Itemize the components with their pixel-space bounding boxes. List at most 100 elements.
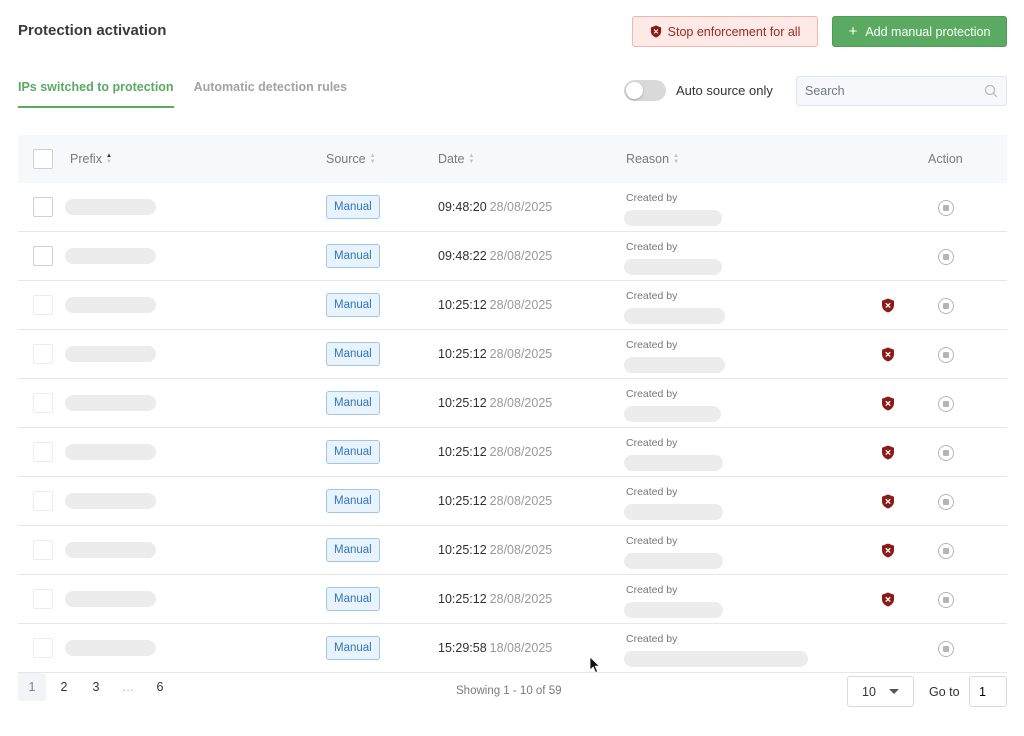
cursor-icon [589, 656, 601, 674]
prefix-placeholder [65, 248, 156, 264]
tab-automatic-detection[interactable]: Automatic detection rules [194, 80, 348, 108]
date-cell: 15:29:58 18/08/2025 [438, 641, 552, 655]
date-cell: 10:25:12 28/08/2025 [438, 298, 552, 312]
page-2[interactable]: 2 [50, 673, 78, 701]
date-time: 10:25:12 [438, 347, 487, 361]
search-icon[interactable] [984, 84, 998, 98]
source-badge: Manual [326, 636, 380, 660]
row-checkbox[interactable] [33, 295, 53, 315]
stop-icon[interactable] [938, 494, 954, 510]
row-checkbox[interactable] [33, 442, 53, 462]
date-day: 28/08/2025 [489, 347, 553, 361]
reason-placeholder [624, 357, 725, 373]
date-cell: 10:25:12 28/08/2025 [438, 592, 552, 606]
date-cell: 09:48:22 28/08/2025 [438, 249, 552, 263]
shield-icon [882, 445, 894, 460]
column-reason[interactable]: Reason ▲ ▼ [626, 152, 679, 166]
page-1[interactable]: 1 [18, 673, 46, 701]
date-cell: 09:48:20 28/08/2025 [438, 200, 552, 214]
date-time: 10:25:12 [438, 396, 487, 410]
auto-source-toggle[interactable] [624, 80, 666, 101]
reason-text: Created by [626, 584, 678, 596]
shield-icon [882, 494, 894, 509]
add-manual-protection-button[interactable]: + Add manual protection [832, 16, 1007, 47]
protection-table: Prefix ▲ ▼ Source ▲ ▼ Date ▲ ▼ Reason ▲ ▼ Ac… [18, 135, 1007, 673]
stop-icon[interactable] [938, 445, 954, 461]
stop-icon[interactable] [938, 543, 954, 559]
shield-icon [882, 592, 894, 607]
reason-text: Created by [626, 290, 678, 302]
source-badge: Manual [326, 342, 380, 366]
goto-input[interactable] [969, 676, 1007, 707]
page-ellipsis[interactable]: … [114, 673, 142, 701]
row-checkbox[interactable] [33, 638, 53, 658]
stop-icon[interactable] [938, 592, 954, 608]
source-badge: Manual [326, 489, 380, 513]
date-cell: 10:25:12 28/08/2025 [438, 396, 552, 410]
source-badge: Manual [326, 195, 380, 219]
shield-icon [882, 298, 894, 313]
page-3[interactable]: 3 [82, 673, 110, 701]
stop-enforcement-button[interactable]: Stop enforcement for all [632, 16, 818, 47]
row-checkbox[interactable] [33, 589, 53, 609]
stop-icon[interactable] [938, 396, 954, 412]
showing-count: Showing 1 - 10 of 59 [456, 685, 562, 697]
stop-icon[interactable] [938, 347, 954, 363]
table-row: Manual 15:29:58 18/08/2025 Created by [18, 624, 1007, 673]
column-source[interactable]: Source ▲ ▼ [326, 152, 376, 166]
select-all-checkbox[interactable] [33, 149, 53, 169]
reason-text: Created by [626, 486, 678, 498]
date-cell: 10:25:12 28/08/2025 [438, 543, 552, 557]
auto-source-label: Auto source only [676, 83, 773, 98]
goto-label: Go to [929, 685, 960, 699]
plus-icon: + [848, 23, 858, 40]
table-header: Prefix ▲ ▼ Source ▲ ▼ Date ▲ ▼ Reason ▲ ▼ Ac… [18, 135, 1007, 183]
sort-icon: ▲ ▼ [369, 153, 376, 165]
table-row: Manual 10:25:12 28/08/2025 Created by [18, 526, 1007, 575]
reason-placeholder [624, 259, 722, 275]
date-time: 10:25:12 [438, 592, 487, 606]
stop-icon[interactable] [938, 200, 954, 216]
row-checkbox[interactable] [33, 197, 53, 217]
page-6[interactable]: 6 [146, 673, 174, 701]
column-action: Action [928, 152, 963, 166]
date-cell: 10:25:12 28/08/2025 [438, 347, 552, 361]
source-badge: Manual [326, 293, 380, 317]
stop-icon[interactable] [938, 249, 954, 265]
column-prefix[interactable]: Prefix ▲ ▼ [70, 152, 112, 166]
sort-icon: ▲ ▼ [468, 153, 475, 165]
date-time: 10:25:12 [438, 298, 487, 312]
column-date[interactable]: Date ▲ ▼ [438, 152, 474, 166]
date-day: 18/08/2025 [489, 641, 553, 655]
source-badge: Manual [326, 244, 380, 268]
reason-text: Created by [626, 535, 678, 547]
row-checkbox[interactable] [33, 540, 53, 560]
reason-text: Created by [626, 192, 678, 204]
date-day: 28/08/2025 [489, 200, 553, 214]
reason-text: Created by [626, 437, 678, 449]
stop-icon[interactable] [938, 641, 954, 657]
add-manual-protection-label: Add manual protection [865, 24, 991, 39]
reason-text: Created by [626, 633, 678, 645]
stop-icon[interactable] [938, 298, 954, 314]
prefix-placeholder [65, 542, 156, 558]
reason-placeholder [624, 553, 723, 569]
column-source-label: Source [326, 152, 366, 166]
row-checkbox[interactable] [33, 344, 53, 364]
tab-ips-switched[interactable]: IPs switched to protection [18, 80, 174, 108]
search-box [796, 76, 1007, 106]
prefix-placeholder [65, 591, 156, 607]
date-day: 28/08/2025 [489, 298, 553, 312]
page-size-select[interactable]: 10 [847, 676, 914, 707]
date-day: 28/08/2025 [489, 249, 553, 263]
source-badge: Manual [326, 391, 380, 415]
search-input[interactable] [805, 84, 984, 98]
table-body: Manual 09:48:20 28/08/2025 Created by Man… [18, 183, 1007, 673]
row-checkbox[interactable] [33, 491, 53, 511]
shield-icon [882, 543, 894, 558]
shield-icon [650, 25, 661, 38]
shield-icon [882, 347, 894, 362]
row-checkbox[interactable] [33, 246, 53, 266]
row-checkbox[interactable] [33, 393, 53, 413]
prefix-placeholder [65, 199, 156, 215]
